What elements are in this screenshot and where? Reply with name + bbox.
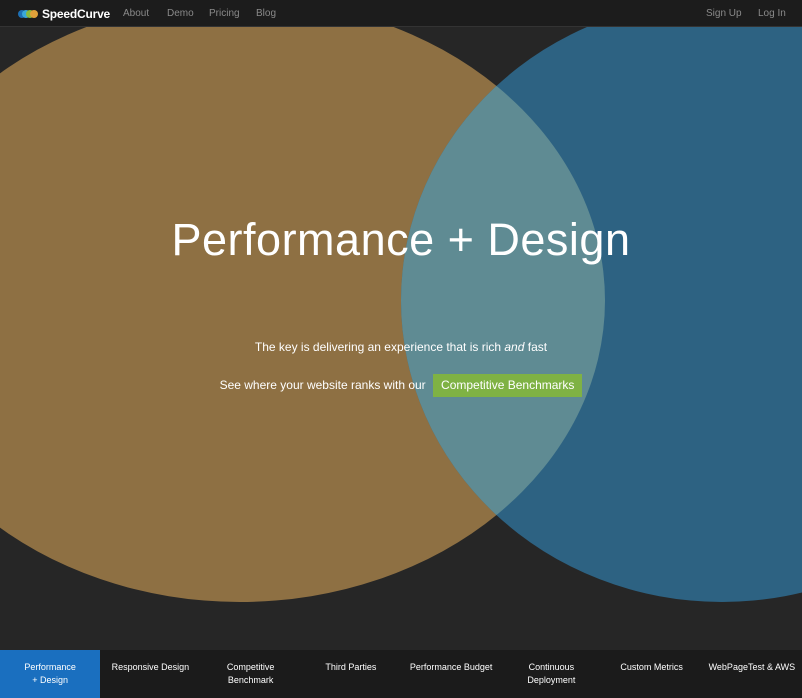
tab-label: Performance: [24, 662, 76, 672]
nav-link-pricing[interactable]: Pricing: [209, 0, 240, 27]
tagline-text-start: The key is delivering an experience that…: [254, 340, 505, 354]
nav-link-about[interactable]: About: [123, 0, 149, 27]
tab-webpagetest-aws[interactable]: WebPageTest & AWS: [702, 650, 802, 698]
brand-name: SpeedCurve: [42, 7, 111, 21]
tab-label: Third Parties: [325, 662, 377, 672]
speedcurve-logo-icon: [18, 7, 40, 21]
feature-tabs: Performance + Design Responsive Design Co…: [0, 650, 802, 698]
tab-performance-design[interactable]: Performance + Design: [0, 650, 101, 698]
top-nav: SpeedCurve About Demo Pricing Blog Sign …: [0, 0, 802, 27]
cta-text: See where your website ranks with our: [219, 378, 426, 392]
tab-custom-metrics[interactable]: Custom Metrics: [602, 650, 702, 698]
tab-label: Custom Metrics: [620, 662, 683, 672]
nav-link-login[interactable]: Log In: [758, 0, 786, 27]
tab-label: WebPageTest & AWS: [708, 662, 796, 672]
tab-performance-budget[interactable]: Performance Budget: [401, 650, 501, 698]
competitive-benchmarks-button[interactable]: Competitive Benchmarks: [433, 374, 583, 397]
tab-competitive-benchmark[interactable]: Competitive Benchmark: [201, 650, 301, 698]
tab-label: Competitive: [226, 662, 275, 672]
tagline-emphasis: and: [504, 340, 525, 354]
hero-cta-row: See where your website ranks with our Co…: [0, 374, 802, 397]
tab-label: Performance Budget: [409, 662, 493, 672]
tab-label: Deployment: [527, 675, 576, 685]
nav-link-blog[interactable]: Blog: [256, 0, 276, 27]
tab-label: Responsive Design: [111, 662, 190, 672]
hero-section: Performance + Design The key is deliveri…: [0, 27, 802, 650]
hero-tagline: The key is delivering an experience that…: [0, 340, 802, 354]
tab-continuous-deployment[interactable]: Continuous Deployment: [501, 650, 601, 698]
tab-label: Benchmark: [227, 675, 274, 685]
tab-label: + Design: [32, 675, 69, 685]
tagline-text-end: fast: [524, 340, 548, 354]
nav-link-demo[interactable]: Demo: [167, 0, 194, 27]
circle-overlap-graphic: [401, 27, 605, 602]
hero-title: Performance + Design: [171, 214, 631, 265]
brand-logo[interactable]: SpeedCurve: [18, 6, 110, 22]
tab-third-parties[interactable]: Third Parties: [301, 650, 401, 698]
nav-link-signup[interactable]: Sign Up: [706, 0, 742, 27]
tab-responsive-design[interactable]: Responsive Design: [100, 650, 200, 698]
tab-label: Continuous: [528, 662, 575, 672]
